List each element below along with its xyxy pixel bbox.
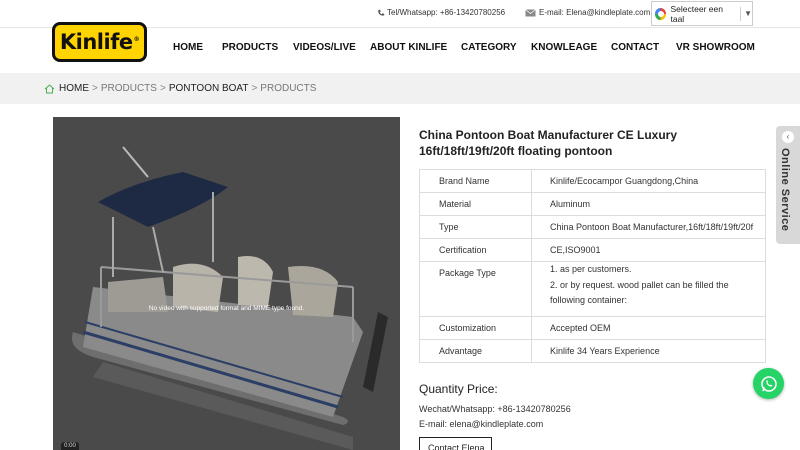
- video-time: 0:00: [61, 442, 79, 450]
- spec-key: Brand Name: [419, 169, 532, 193]
- chevron-left-icon: ‹: [782, 131, 794, 143]
- spec-key: Material: [419, 192, 532, 216]
- table-row: Material Aluminum: [419, 192, 766, 216]
- spec-value: Aluminum: [531, 192, 766, 216]
- spec-value: 1. as per customers. 2. or by request. w…: [531, 261, 766, 317]
- spec-key: Customization: [419, 316, 532, 340]
- breadcrumb-current: PRODUCTS: [260, 83, 317, 94]
- breadcrumb-separator: >: [251, 83, 258, 94]
- pontoon-boat-image: [53, 117, 400, 450]
- table-row: Type China Pontoon Boat Manufacturer,16f…: [419, 215, 766, 239]
- breadcrumb-bar: HOME > PRODUCTS > PONTOON BOAT > PRODUCT…: [0, 73, 800, 104]
- breadcrumb-separator: >: [92, 83, 98, 94]
- nav-knowleage[interactable]: KNOWLEAGE: [531, 42, 597, 53]
- breadcrumb-home[interactable]: HOME: [59, 83, 89, 94]
- table-row: Certification CE,ISO9001: [419, 238, 766, 262]
- language-select[interactable]: Selecteer een taal ▼: [651, 1, 753, 26]
- nav-contact[interactable]: CONTACT: [611, 42, 659, 53]
- spec-value-line: 1. as per customers.: [550, 264, 632, 274]
- language-select-divider: [740, 6, 742, 21]
- spec-key: Type: [419, 215, 532, 239]
- spec-key: Package Type: [419, 261, 532, 317]
- home-icon: [44, 83, 55, 93]
- online-service-label: Online Service: [779, 148, 791, 232]
- contact-elena-button[interactable]: Contact Elena: [419, 437, 492, 450]
- tel-text: Tel/Whatsapp: +86-13420780256: [387, 8, 506, 17]
- whatsapp-icon: [760, 375, 777, 392]
- kinlife-logo[interactable]: Kinlife®: [52, 22, 147, 62]
- google-icon: [655, 7, 667, 20]
- spec-value: CE,ISO9001: [531, 238, 766, 262]
- email-info: E-mail: Elena@kindleplate.com: [525, 8, 650, 17]
- breadcrumb: HOME > PRODUCTS > PONTOON BOAT > PRODUCT…: [44, 83, 316, 94]
- whatsapp-button[interactable]: [753, 368, 784, 399]
- breadcrumb-products[interactable]: PRODUCTS: [101, 83, 157, 94]
- wechat-contact: Wechat/Whatsapp: +86-13420780256: [419, 404, 571, 414]
- spec-key: Certification: [419, 238, 532, 262]
- tel-info: Tel/Whatsapp: +86-13420780256: [377, 8, 505, 17]
- nav-about-kinlife[interactable]: ABOUT KINLIFE: [370, 42, 447, 53]
- online-service-tab[interactable]: ‹ Online Service: [776, 126, 800, 244]
- table-row: Advantage Kinlife 34 Years Experience: [419, 339, 766, 363]
- quantity-price-heading: Quantity Price:: [419, 382, 498, 396]
- nav-home[interactable]: HOME: [173, 42, 203, 53]
- product-title: China Pontoon Boat Manufacturer CE Luxur…: [419, 128, 678, 158]
- table-row: Brand Name Kinlife/Ecocampor Guangdong,C…: [419, 169, 766, 193]
- email-text: E-mail: Elena@kindleplate.com: [539, 8, 651, 17]
- spec-key: Advantage: [419, 339, 532, 363]
- language-select-label: Selecteer een taal: [670, 3, 723, 24]
- nav-vr-showroom[interactable]: VR SHOWROOM: [676, 42, 755, 53]
- chevron-down-icon: ▼: [744, 9, 752, 18]
- spec-value: China Pontoon Boat Manufacturer,16ft/18f…: [531, 215, 766, 239]
- mail-icon: [525, 8, 536, 16]
- table-row: Customization Accepted OEM: [419, 316, 766, 340]
- product-video[interactable]: No video with supported format and MIME …: [53, 117, 400, 450]
- table-row: Package Type 1. as per customers. 2. or …: [419, 261, 766, 317]
- email-contact: E-mail: elena@kindleplate.com: [419, 419, 544, 429]
- breadcrumb-pontoon-boat[interactable]: PONTOON BOAT: [169, 83, 249, 94]
- site-header: Kinlife® HOME PRODUCTS VIDEOS/LIVE ABOUT…: [0, 22, 800, 72]
- nav-category[interactable]: CATEGORY: [461, 42, 517, 53]
- spec-value: Accepted OEM: [531, 316, 766, 340]
- nav-products[interactable]: PRODUCTS: [222, 42, 278, 53]
- spec-table: Brand Name Kinlife/Ecocampor Guangdong,C…: [419, 169, 766, 363]
- breadcrumb-separator: >: [159, 83, 166, 94]
- nav-videos-live[interactable]: VIDEOS/LIVE: [293, 42, 356, 53]
- spec-value: Kinlife 34 Years Experience: [531, 339, 766, 363]
- logo-text: Kinlife®: [59, 30, 140, 54]
- spec-value: Kinlife/Ecocampor Guangdong,China: [531, 169, 766, 193]
- phone-icon: [378, 9, 385, 16]
- no-video-message: No video with supported format and MIME …: [148, 305, 305, 312]
- spec-value-line: 2. or by request. wood pallet can be fil…: [550, 279, 729, 306]
